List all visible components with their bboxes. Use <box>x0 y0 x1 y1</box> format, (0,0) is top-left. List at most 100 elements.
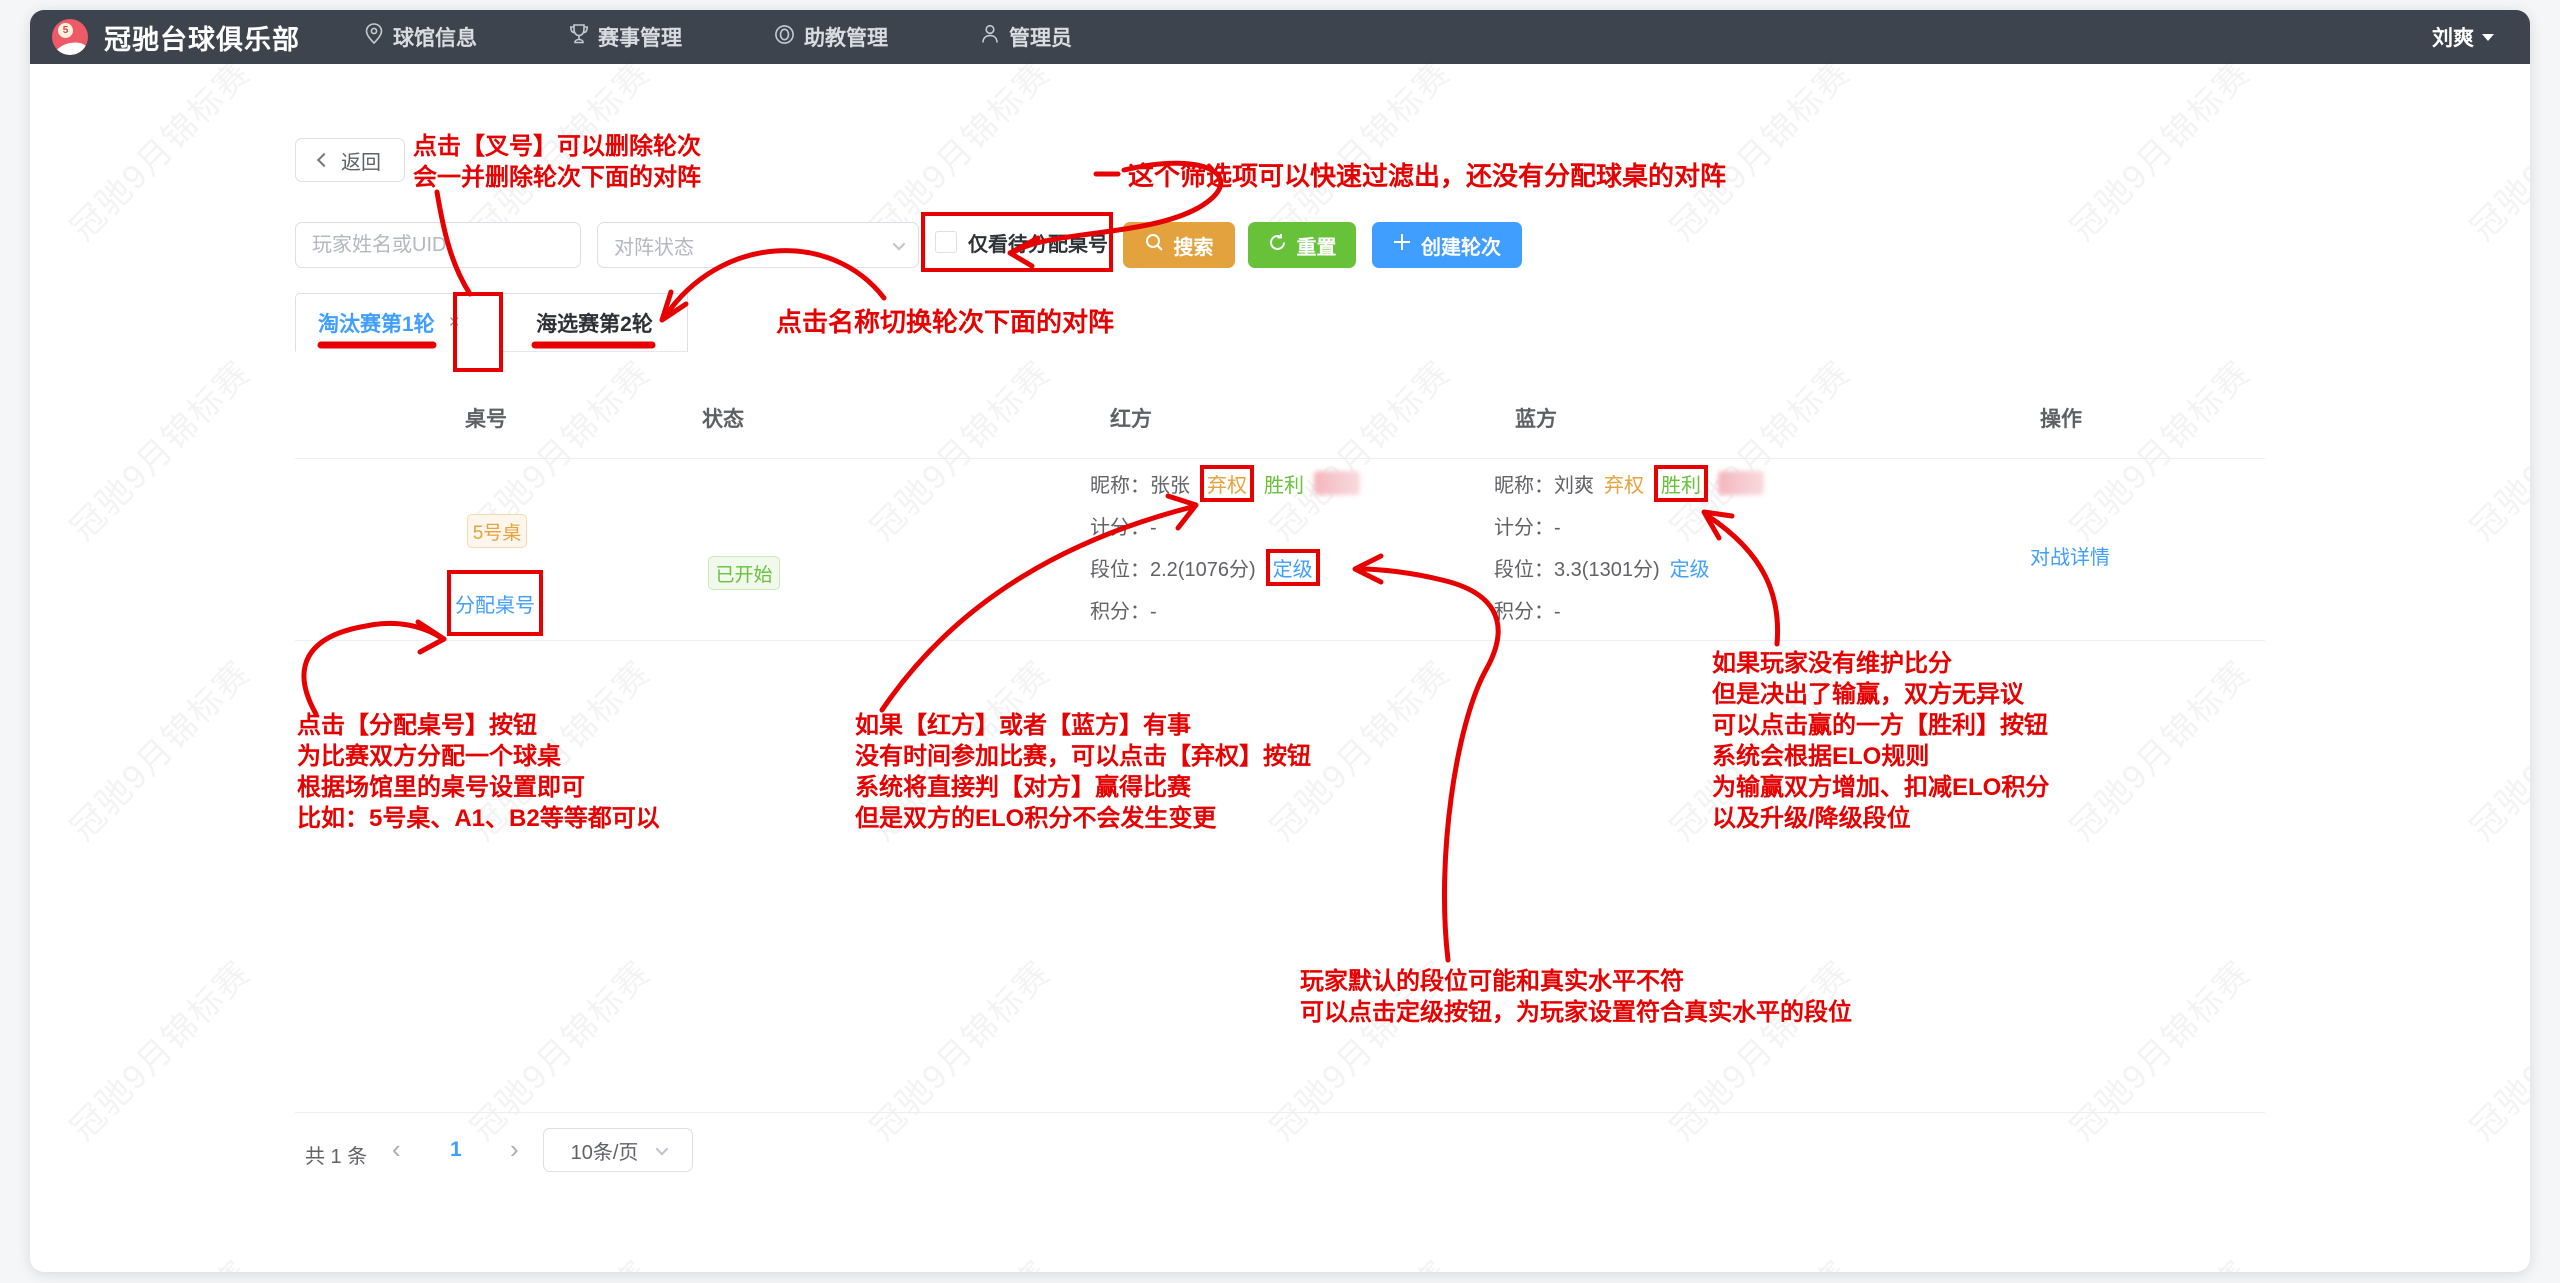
watermark-text: 冠驰9月锦标赛 <box>2457 1247 2530 1272</box>
nav-item-admin[interactable]: 管理员 <box>980 22 1072 52</box>
pagination-next-button[interactable]: › <box>510 1134 519 1165</box>
search-button[interactable]: 搜索 <box>1123 222 1235 268</box>
red-side-rank-line: 段位：2.2(1076分) 定级 <box>1090 552 1320 582</box>
player-search-input[interactable] <box>295 222 581 268</box>
annotation-line: 如果【红方】或者【蓝方】有事 <box>855 710 1311 741</box>
annotation-filter-tip: 这个筛选项可以快速过滤出，还没有分配球桌的对阵 <box>1128 160 1726 192</box>
trophy-icon <box>569 23 589 51</box>
watermark-text: 冠驰9月锦标赛 <box>1257 1247 1459 1272</box>
watermark-text: 冠驰9月锦标赛 <box>457 947 659 1149</box>
watermark-text: 冠驰9月锦标赛 <box>2057 47 2259 249</box>
pagination-total: 共 1 条 <box>305 1140 367 1169</box>
back-button[interactable]: 返回 <box>295 138 405 182</box>
app-title: 冠驰台球俱乐部 <box>104 18 300 57</box>
page-size-select[interactable]: 10条/页 <box>543 1128 693 1172</box>
annotation-line: 但是决出了输赢，双方无异议 <box>1712 679 2049 710</box>
annotation-line: 玩家默认的段位可能和真实水平不符 <box>1300 966 1852 997</box>
user-menu[interactable]: 刘爽 <box>2432 22 2494 52</box>
annotation-line: 为输赢双方增加、扣减ELO积分 <box>1712 772 2049 803</box>
red-abandon-button[interactable]: 弃权 <box>1207 469 1247 498</box>
tab-qualifier-round-2[interactable]: 海选赛第2轮 <box>502 293 688 352</box>
status-badge-started: 已开始 <box>708 556 780 590</box>
assign-table-button[interactable]: 分配桌号 <box>455 589 535 618</box>
player-search-field-wrap <box>295 222 581 268</box>
nav-item-coach-mgmt[interactable]: 助教管理 <box>774 22 888 52</box>
tab-label: 淘汰赛第1轮 <box>318 308 435 338</box>
table-header-divider <box>295 458 2265 459</box>
back-button-label: 返回 <box>341 146 381 175</box>
reset-button[interactable]: 重置 <box>1248 222 1356 268</box>
pending-table-checkbox[interactable] <box>935 231 957 253</box>
annotation-line: 比如：5号桌、A1、B2等等都可以 <box>297 803 660 834</box>
close-tab-icon[interactable]: × <box>449 312 460 334</box>
column-header-table-no: 桌号 <box>465 403 507 433</box>
blue-win-button[interactable]: 胜利 <box>1661 469 1701 498</box>
nav-item-venue-info[interactable]: 球馆信息 <box>364 22 477 52</box>
user-name: 刘爽 <box>2432 22 2474 52</box>
column-header-red-side: 红方 <box>1110 403 1152 433</box>
red-side-points-line: 积分：- <box>1090 594 1157 624</box>
red-win-button[interactable]: 胜利 <box>1264 469 1304 498</box>
watermark-text: 冠驰9月锦标赛 <box>2457 947 2530 1149</box>
tab-label: 海选赛第2轮 <box>536 308 653 338</box>
chevron-left-icon <box>317 153 331 167</box>
watermark-text: 冠驰9月锦标赛 <box>1657 347 1859 549</box>
annotation-line: 点击【分配桌号】按钮 <box>297 710 660 741</box>
watermark-text: 冠驰9月锦标赛 <box>457 1247 659 1272</box>
annotation-abandon-tip: 如果【红方】或者【蓝方】有事没有时间参加比赛，可以点击【弃权】按钮系统将直接判【… <box>855 710 1311 834</box>
blue-side-score-line: 计分：- <box>1494 510 1561 540</box>
watermark-text: 冠驰9月锦标赛 <box>57 1247 259 1272</box>
annotation-line: 系统将直接判【对方】赢得比赛 <box>855 772 1311 803</box>
watermark-text: 冠驰9月锦标赛 <box>857 347 1059 549</box>
annotation-switch-tab: 点击名称切换轮次下面的对阵 <box>776 306 1114 338</box>
page: { "navbar": { "title": "冠驰台球俱乐部", "items… <box>0 0 2560 1283</box>
red-set-rank-button[interactable]: 定级 <box>1273 553 1313 582</box>
watermark-text: 冠驰9月锦标赛 <box>57 947 259 1149</box>
rank-red-highlight-box: 定级 <box>1266 549 1320 586</box>
location-pin-icon <box>364 23 384 51</box>
main-content: 冠驰9月锦标赛冠驰9月锦标赛冠驰9月锦标赛冠驰9月锦标赛冠驰9月锦标赛冠驰9月锦… <box>30 64 2530 1272</box>
search-button-label: 搜索 <box>1174 231 1214 260</box>
chevron-down-icon <box>2482 34 2494 41</box>
match-detail-link[interactable]: 对战详情 <box>2030 541 2110 570</box>
app-window: 5 冠驰台球俱乐部 球馆信息 赛事管理 助教管理 管理员 <box>30 10 2530 1272</box>
filter-checkbox-red-highlight-box: 仅看待分配桌号 <box>921 212 1113 272</box>
watermark-text: 冠驰9月锦标赛 <box>2457 47 2530 249</box>
pagination-page-1[interactable]: 1 <box>450 1138 462 1162</box>
billiard-ball-logo-icon: 5 <box>52 19 88 55</box>
create-round-button[interactable]: 创建轮次 <box>1372 222 1522 268</box>
column-header-actions: 操作 <box>2040 403 2082 433</box>
pagination-prev-button[interactable]: ‹ <box>392 1134 401 1165</box>
search-icon <box>1145 233 1164 258</box>
match-status-select[interactable]: 对阵状态 <box>597 222 919 268</box>
annotation-line: 可以点击赢的一方【胜利】按钮 <box>1712 710 2049 741</box>
watermark-text: 冠驰9月锦标赛 <box>2457 647 2530 849</box>
annotation-win-tip: 如果玩家没有维护比分但是决出了输赢，双方无异议可以点击赢的一方【胜利】按钮系统会… <box>1712 648 2049 834</box>
watermark-text: 冠驰9月锦标赛 <box>857 1247 1059 1272</box>
blue-set-rank-button[interactable]: 定级 <box>1670 553 1710 582</box>
redacted-blur-patch <box>1314 471 1360 495</box>
annotation-line: 根据场馆里的桌号设置即可 <box>297 772 660 803</box>
annotation-assign-table: 点击【分配桌号】按钮为比赛双方分配一个球桌根据场馆里的桌号设置即可比如：5号桌、… <box>297 710 660 834</box>
annotation-line: 没有时间参加比赛，可以点击【弃权】按钮 <box>855 741 1311 772</box>
blue-side-points-line: 积分：- <box>1494 594 1561 624</box>
navbar: 5 冠驰台球俱乐部 球馆信息 赛事管理 助教管理 管理员 <box>30 10 2530 64</box>
blue-abandon-button[interactable]: 弃权 <box>1604 469 1644 498</box>
match-status-placeholder: 对阵状态 <box>614 231 694 260</box>
watermark-text: 冠驰9月锦标赛 <box>57 647 259 849</box>
watermark-text: 冠驰9月锦标赛 <box>2057 647 2259 849</box>
target-circles-icon <box>774 24 795 51</box>
nav-item-tournament-mgmt[interactable]: 赛事管理 <box>569 22 682 52</box>
nav-item-label: 助教管理 <box>804 22 888 52</box>
blue-side-rank-line: 段位：3.3(1301分) 定级 <box>1494 552 1710 582</box>
annotation-line: 为比赛双方分配一个球桌 <box>297 741 660 772</box>
create-round-button-label: 创建轮次 <box>1421 231 1501 260</box>
watermark-text: 冠驰9月锦标赛 <box>1257 47 1459 249</box>
watermark-text: 冠驰9月锦标赛 <box>2057 947 2259 1149</box>
tab-knockout-round-1[interactable]: 淘汰赛第1轮 × <box>295 293 502 352</box>
watermark-text: 冠驰9月锦标赛 <box>57 47 259 249</box>
watermark-text: 冠驰9月锦标赛 <box>2057 347 2259 549</box>
table-bottom-divider <box>295 1112 2265 1113</box>
watermark-text: 冠驰9月锦标赛 <box>2057 1247 2259 1272</box>
win-red-highlight-box: 胜利 <box>1654 465 1708 502</box>
